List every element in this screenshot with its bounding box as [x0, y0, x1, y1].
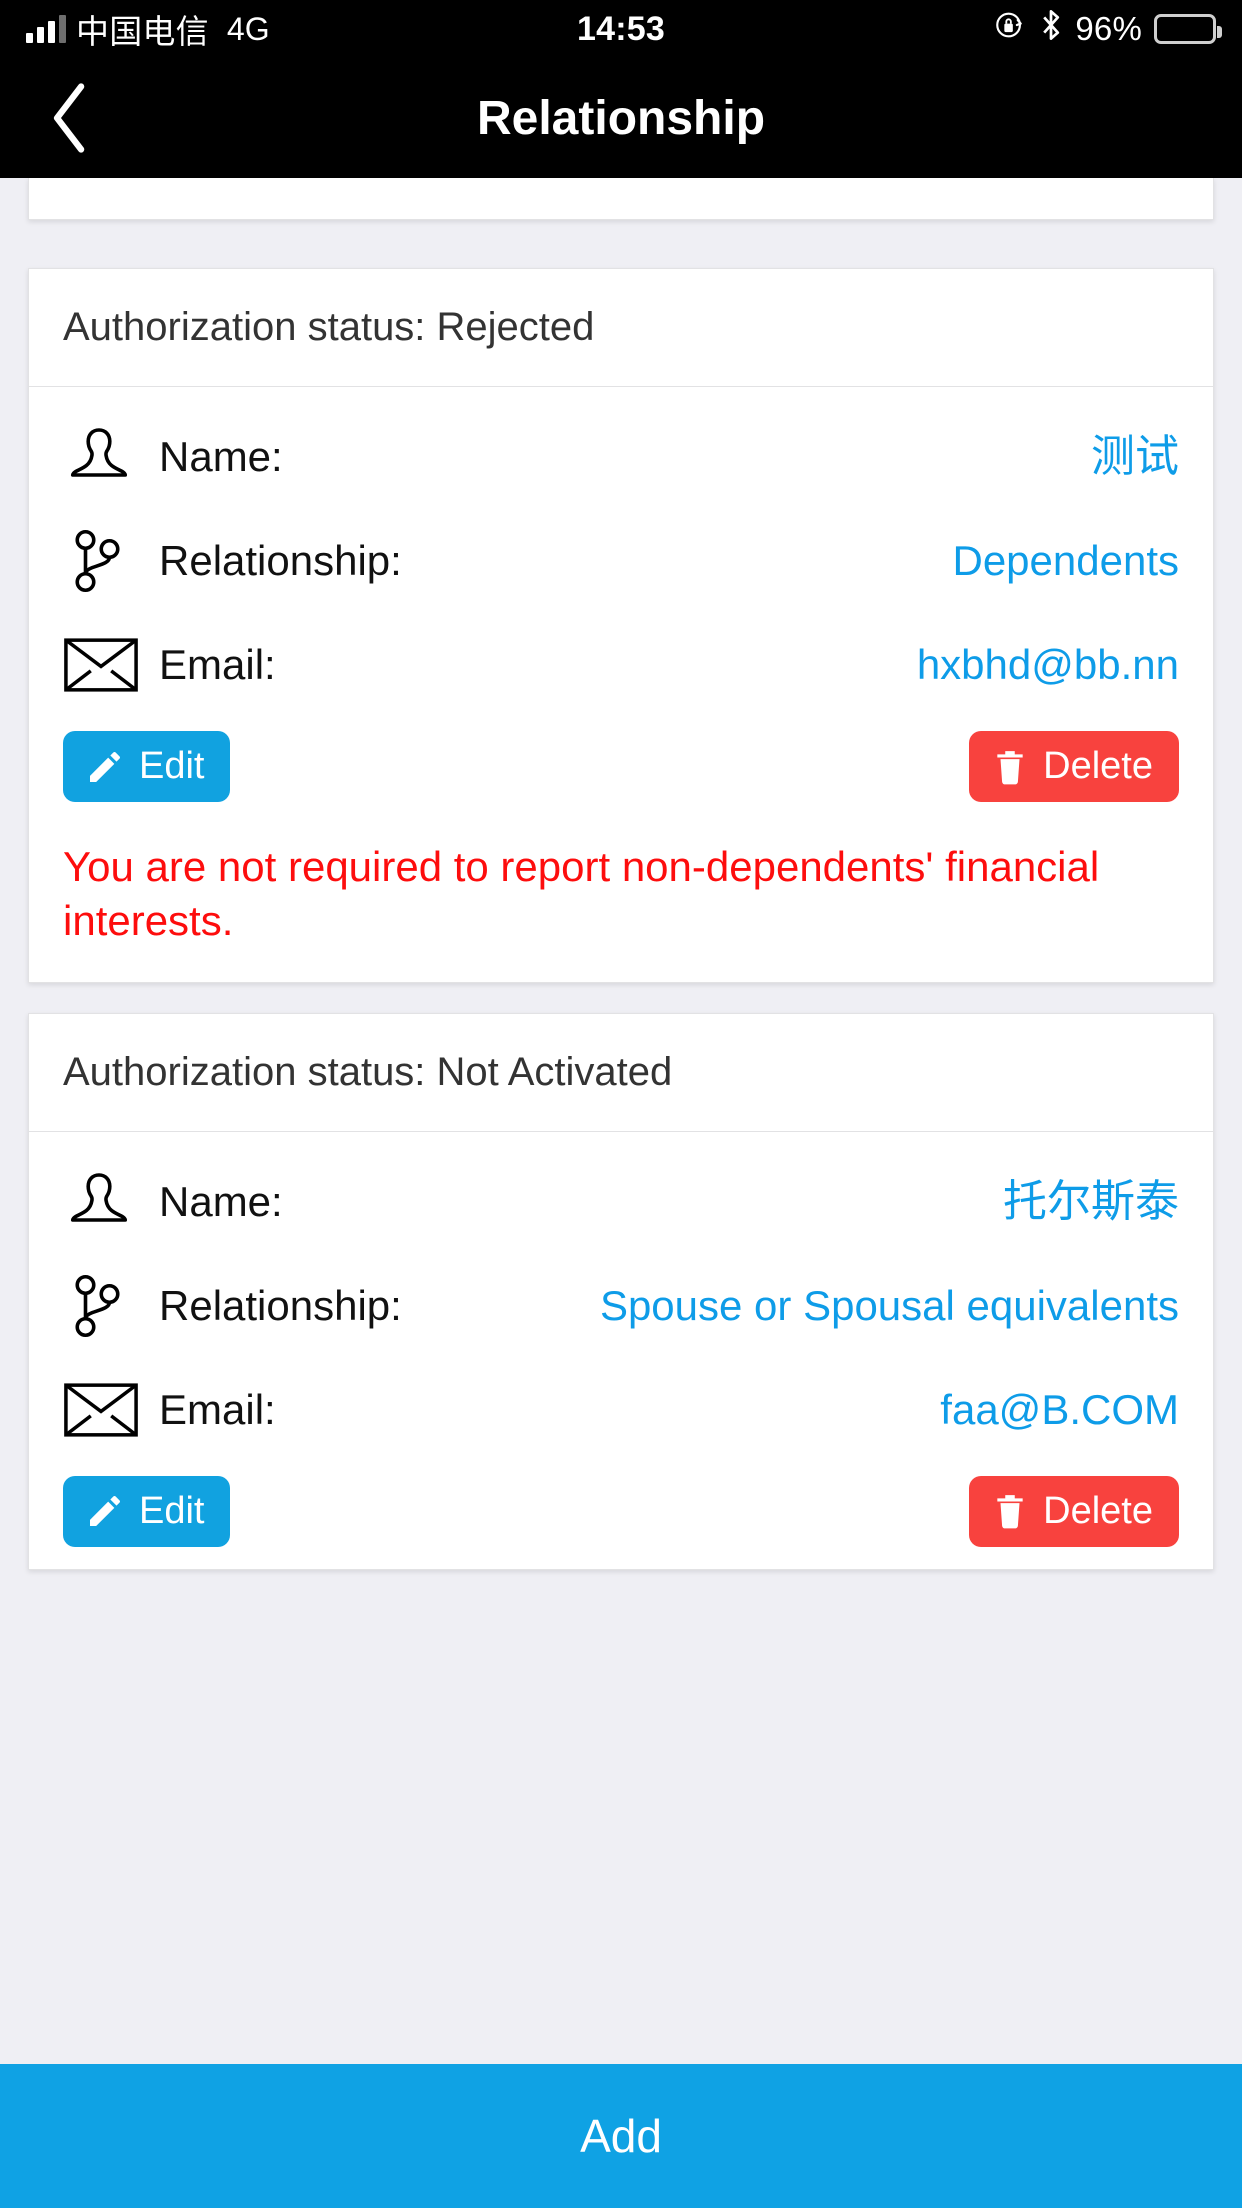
status-badge: Authorization status: Rejected: [29, 269, 1213, 387]
email-label: Email:: [159, 641, 276, 688]
carrier-label: 中国电信: [76, 13, 209, 50]
name-label: Name:: [159, 433, 283, 480]
delete-button-label: Delete: [1043, 1489, 1153, 1532]
card-body: Name: 测试 Relationship: Dependents Email:…: [29, 387, 1213, 982]
battery-percent-label: 96%: [1075, 10, 1142, 47]
add-button[interactable]: Add: [0, 2064, 1242, 2208]
relationship-value: Spouse or Spousal equivalents: [599, 1281, 1179, 1329]
edit-button-label: Edit: [139, 1489, 205, 1532]
page-title: Relationship: [476, 91, 766, 145]
clock-label: 14:53: [577, 9, 665, 48]
email-row: Email: hxbhd@bb.nn: [63, 613, 1179, 717]
back-button[interactable]: [20, 58, 120, 178]
network-mode-label: 4G: [226, 10, 270, 47]
relationship-card: Authorization status: Not Activated Name…: [28, 1012, 1214, 1570]
status-badge: Authorization status: Not Activated: [29, 1014, 1213, 1132]
name-row: Name: 托尔斯泰: [63, 1150, 1179, 1254]
chevron-left-icon: [47, 81, 93, 155]
edit-button[interactable]: Edit: [63, 731, 231, 802]
delete-button[interactable]: Delete: [969, 731, 1179, 802]
person-icon: [63, 1166, 159, 1238]
signal-bars-icon: [26, 15, 66, 43]
relationship-label: Relationship:: [159, 537, 402, 584]
phone-screen: 中国电信 4G 14:53 96% Relationship Authoriza…: [0, 0, 1242, 2208]
pencil-icon: [85, 747, 125, 787]
trash-icon: [991, 1491, 1029, 1531]
envelope-icon: [63, 636, 159, 694]
relationship-list[interactable]: Authorization status: Rejected Name: 测试: [0, 178, 1242, 2064]
relationship-icon: [63, 525, 159, 597]
envelope-icon: [63, 1381, 159, 1439]
bluetooth-icon: [1039, 8, 1063, 51]
person-icon: [63, 421, 159, 493]
battery-icon: [1154, 14, 1222, 44]
name-label: Name:: [159, 1177, 283, 1225]
warning-text: You are not required to report non-depen…: [63, 843, 1100, 944]
name-value: 测试: [1091, 432, 1179, 482]
nav-bar: Relationship: [0, 58, 1242, 178]
status-bar: 中国电信 4G 14:53 96%: [0, 0, 1242, 58]
card-actions: Edit Delete: [63, 1462, 1179, 1569]
delete-button[interactable]: Delete: [969, 1475, 1179, 1547]
delete-button-label: Delete: [1043, 745, 1153, 787]
status-bar-left: 中国电信 4G: [26, 5, 577, 53]
rotation-lock-icon: [993, 8, 1027, 51]
name-row: Name: 测试: [63, 405, 1179, 509]
email-value: faa@B.COM: [940, 1385, 1179, 1433]
relationship-label: Relationship:: [159, 1281, 402, 1329]
relationship-card: Authorization status: Rejected Name: 测试: [28, 268, 1214, 983]
edit-button-label: Edit: [139, 745, 205, 787]
status-bar-right: 96%: [665, 8, 1222, 51]
relationship-row: Relationship: Dependents: [63, 509, 1179, 613]
relationship-icon: [63, 1270, 159, 1342]
name-value: 托尔斯泰: [1003, 1176, 1179, 1226]
relationship-value: Dependents: [952, 537, 1179, 585]
card-body: Name: 托尔斯泰 Relationship: Spouse or Spous…: [29, 1132, 1213, 1569]
add-button-label: Add: [580, 2110, 662, 2162]
trash-icon: [991, 747, 1029, 787]
pencil-icon: [85, 1491, 125, 1531]
edit-button[interactable]: Edit: [63, 1475, 231, 1547]
previous-card-partial: [28, 178, 1214, 220]
email-label: Email:: [159, 1385, 276, 1433]
card-actions: Edit Delete: [63, 717, 1179, 824]
relationship-row: Relationship: Spouse or Spousal equivale…: [63, 1254, 1179, 1358]
email-row: Email: faa@B.COM: [63, 1358, 1179, 1462]
email-value: hxbhd@bb.nn: [916, 641, 1179, 689]
